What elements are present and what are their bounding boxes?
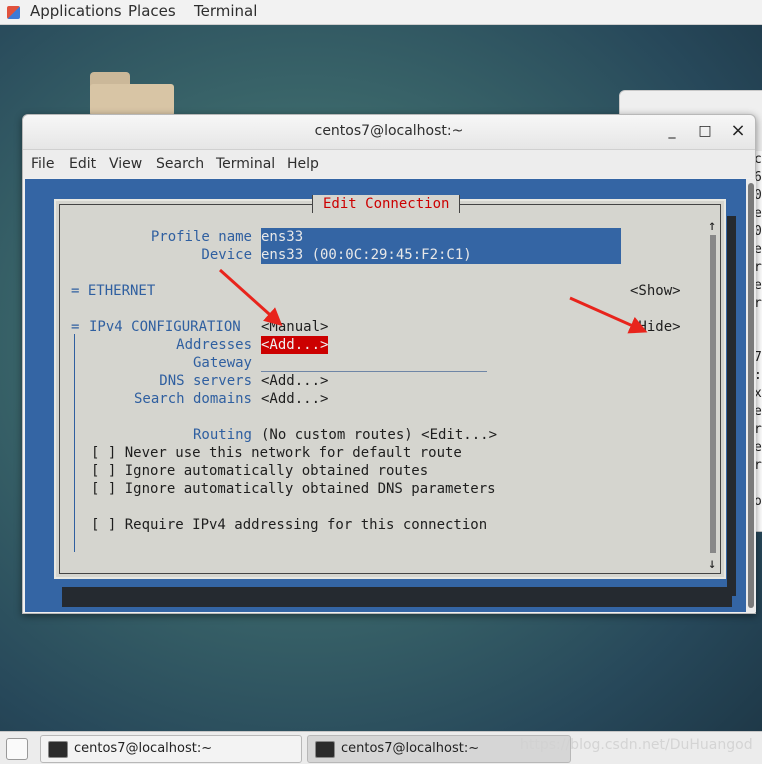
watermark-text: https://blog.csdn.net/DuHuangod (520, 737, 753, 753)
taskbar-item-label: centos7@localhost:~ (341, 741, 480, 756)
terminal-icon (315, 741, 335, 758)
annotation-arrows (218, 268, 648, 334)
show-desktop-icon[interactable] (6, 738, 28, 760)
annotation-arrow-hide (569, 296, 648, 334)
annotation-arrow-manual (218, 268, 283, 327)
taskbar-item-label: centos7@localhost:~ (74, 741, 213, 756)
terminal-icon (48, 741, 68, 758)
taskbar: centos7@localhost:~ centos7@localhost:~ … (0, 731, 762, 764)
taskbar-item-terminal-1[interactable]: centos7@localhost:~ (40, 735, 302, 763)
